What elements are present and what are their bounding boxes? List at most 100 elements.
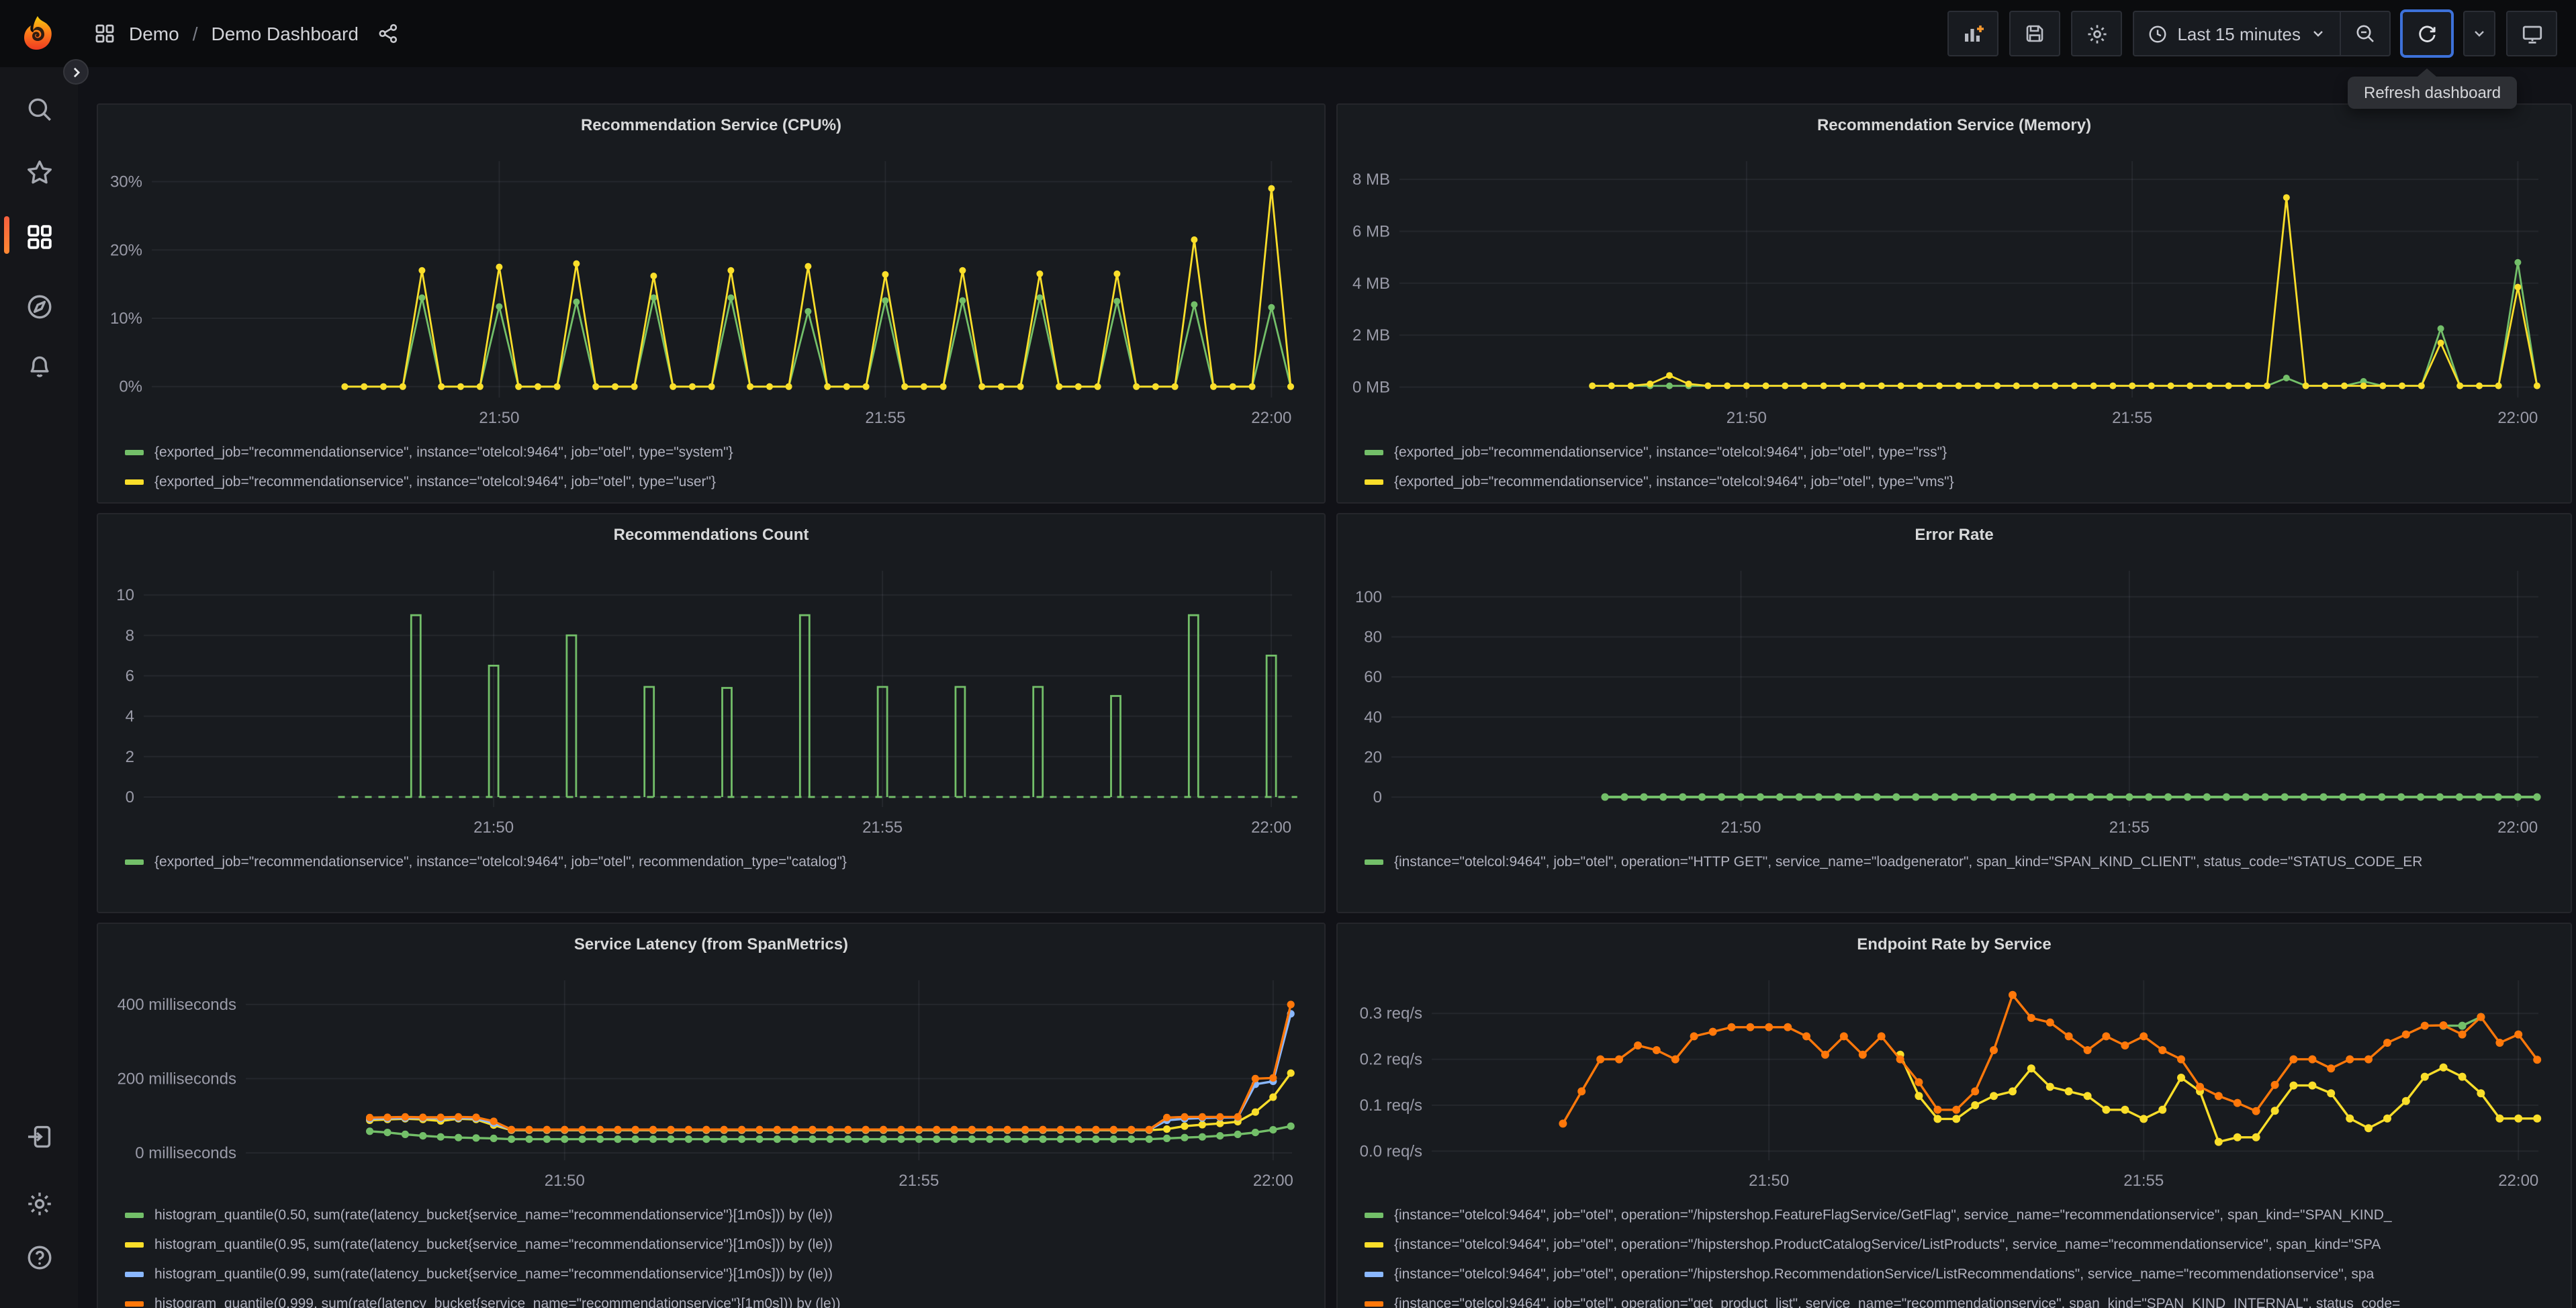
sidebar-item-sign-in[interactable] bbox=[23, 1120, 55, 1152]
sidebar-item-help[interactable] bbox=[23, 1241, 55, 1273]
legend-item[interactable]: {instance="otelcol:9464", job="otel", op… bbox=[1365, 1230, 2571, 1260]
sidebar-item-starred[interactable] bbox=[23, 156, 55, 188]
zoom-out-time-button[interactable] bbox=[2341, 12, 2389, 55]
legend-label[interactable]: {instance="otelcol:9464", job="otel", op… bbox=[1394, 854, 2422, 870]
panel-title[interactable]: Error Rate bbox=[1915, 525, 1993, 544]
panel-title[interactable]: Recommendation Service (Memory) bbox=[1817, 115, 2091, 134]
svg-text:0: 0 bbox=[126, 788, 134, 806]
refresh-dashboard-button[interactable] bbox=[2400, 9, 2454, 58]
share-icon bbox=[379, 24, 398, 44]
legend-label[interactable]: {exported_job="recommendationservice", i… bbox=[154, 854, 847, 870]
clock-icon bbox=[2149, 25, 2166, 42]
legend-item[interactable]: {exported_job="recommendationservice", i… bbox=[125, 467, 1324, 497]
monitor-icon bbox=[2522, 25, 2542, 43]
legend-swatch bbox=[125, 1301, 144, 1307]
svg-text:21:55: 21:55 bbox=[2109, 819, 2150, 837]
legend-swatch bbox=[125, 1242, 144, 1248]
legend-label[interactable]: {exported_job="recommendationservice", i… bbox=[154, 445, 733, 461]
svg-text:2: 2 bbox=[126, 748, 134, 766]
cpu-chart[interactable]: 0% 10% 20% 30% 21:50 21:55 22:00 bbox=[98, 148, 1324, 432]
panel-title[interactable]: Recommendations Count bbox=[614, 525, 809, 544]
breadcrumb-separator: / bbox=[192, 23, 198, 44]
panel-title[interactable]: Endpoint Rate by Service bbox=[1857, 935, 2051, 953]
panel-header[interactable]: Recommendation Service (CPU%) bbox=[98, 105, 1324, 145]
legend-label[interactable]: {instance="otelcol:9464", job="otel", op… bbox=[1394, 1266, 2374, 1282]
svg-text:2 MB: 2 MB bbox=[1352, 326, 1390, 344]
legend-swatch bbox=[1365, 1242, 1383, 1248]
kiosk-mode-button[interactable] bbox=[2506, 11, 2557, 56]
cpu-legend: {exported_job="recommendationservice", i… bbox=[98, 432, 1324, 497]
legend-label[interactable]: {exported_job="recommendationservice", i… bbox=[1394, 445, 1947, 461]
legend-item[interactable]: histogram_quantile(0.999, sum(rate(laten… bbox=[125, 1289, 1324, 1308]
endpoint-rate-chart[interactable]: 0.0 req/s 0.1 req/s 0.2 req/s 0.3 req/s 21:5… bbox=[1338, 967, 2571, 1195]
sidebar-item-search[interactable] bbox=[23, 93, 55, 125]
panel-title[interactable]: Recommendation Service (CPU%) bbox=[581, 115, 841, 134]
legend-item[interactable]: histogram_quantile(0.99, sum(rate(latenc… bbox=[125, 1260, 1324, 1289]
error-rate-chart[interactable]: 0 20 40 60 80 100 21:50 21:55 22:00 bbox=[1338, 557, 2571, 842]
recommendations-count-chart[interactable]: 0 2 4 6 8 10 21:50 21:55 22:00 bbox=[98, 557, 1324, 842]
legend-item[interactable]: histogram_quantile(0.50, sum(rate(latenc… bbox=[125, 1201, 1324, 1230]
chevron-right-icon bbox=[73, 66, 80, 77]
add-panel-button[interactable] bbox=[1947, 11, 1999, 56]
legend-swatch bbox=[1365, 1301, 1383, 1307]
panel-header[interactable]: Recommendation Service (Memory) bbox=[1338, 105, 2571, 145]
grafana-logo[interactable] bbox=[13, 9, 62, 58]
svg-text:400 milliseconds: 400 milliseconds bbox=[118, 996, 236, 1014]
expand-sidebar-button[interactable] bbox=[63, 59, 89, 85]
sidebar-item-server-admin[interactable] bbox=[23, 1187, 55, 1219]
panel-header[interactable]: Error Rate bbox=[1338, 514, 2571, 555]
legend-item[interactable]: {instance="otelcol:9464", job="otel", op… bbox=[1365, 1260, 2571, 1289]
breadcrumb: Demo / Demo Dashboard bbox=[129, 23, 359, 44]
share-dashboard-button[interactable] bbox=[377, 23, 399, 44]
sidebar-item-explore[interactable] bbox=[23, 290, 55, 322]
panel-header[interactable]: Endpoint Rate by Service bbox=[1338, 924, 2571, 964]
sidebar-item-dashboards[interactable] bbox=[23, 220, 55, 252]
svg-text:0 milliseconds: 0 milliseconds bbox=[135, 1144, 236, 1162]
breadcrumb-dashboard-title[interactable]: Demo Dashboard bbox=[212, 23, 359, 44]
legend-item[interactable]: {instance="otelcol:9464", job="otel", op… bbox=[1365, 1201, 2571, 1230]
legend-label[interactable]: {instance="otelcol:9464", job="otel", op… bbox=[1394, 1207, 2392, 1223]
chevron-down-icon bbox=[2475, 31, 2484, 37]
panel-title[interactable]: Service Latency (from SpanMetrics) bbox=[574, 935, 848, 953]
legend-label[interactable]: histogram_quantile(0.999, sum(rate(laten… bbox=[154, 1296, 841, 1308]
legend-swatch bbox=[125, 479, 144, 485]
legend-item[interactable]: {instance="otelcol:9464", job="otel", op… bbox=[1365, 847, 2571, 877]
svg-text:21:55: 21:55 bbox=[862, 819, 903, 837]
legend-item[interactable]: {instance="otelcol:9464", job="otel", op… bbox=[1365, 1289, 2571, 1308]
service-latency-chart[interactable]: 0 milliseconds 200 milliseconds 400 millis… bbox=[98, 967, 1324, 1195]
legend-item[interactable]: {exported_job="recommendationservice", i… bbox=[125, 438, 1324, 467]
add-panel-icon bbox=[1964, 25, 1984, 41]
legend-item[interactable]: {exported_job="recommendationservice", i… bbox=[125, 847, 1324, 877]
sidebar-item-alerting[interactable] bbox=[23, 349, 55, 381]
panel-header[interactable]: Service Latency (from SpanMetrics) bbox=[98, 924, 1324, 964]
sign-in-icon bbox=[27, 1125, 50, 1148]
legend-swatch bbox=[125, 859, 144, 865]
dashboard-settings-button[interactable] bbox=[2071, 11, 2123, 56]
legend-label[interactable]: histogram_quantile(0.50, sum(rate(latenc… bbox=[154, 1207, 833, 1223]
legend-swatch bbox=[1365, 1213, 1383, 1218]
legend-label[interactable]: histogram_quantile(0.95, sum(rate(latenc… bbox=[154, 1237, 833, 1253]
dashboards-grid-icon bbox=[27, 224, 51, 248]
legend-label[interactable]: histogram_quantile(0.99, sum(rate(latenc… bbox=[154, 1266, 833, 1282]
tooltip-arrow bbox=[2418, 68, 2436, 77]
memory-legend: {exported_job="recommendationservice", i… bbox=[1338, 432, 2571, 497]
legend-item[interactable]: {exported_job="recommendationservice", i… bbox=[1365, 467, 2571, 497]
chevron-down-icon bbox=[2313, 31, 2323, 37]
legend-label[interactable]: {instance="otelcol:9464", job="otel", op… bbox=[1394, 1296, 2400, 1308]
legend-swatch bbox=[1365, 479, 1383, 485]
legend-item[interactable]: histogram_quantile(0.95, sum(rate(latenc… bbox=[125, 1230, 1324, 1260]
legend-label[interactable]: {instance="otelcol:9464", job="otel", op… bbox=[1394, 1237, 2381, 1253]
svg-text:10%: 10% bbox=[110, 310, 142, 328]
legend-item[interactable]: {exported_job="recommendationservice", i… bbox=[1365, 438, 2571, 467]
help-icon bbox=[27, 1245, 51, 1269]
legend-swatch bbox=[1365, 859, 1383, 865]
legend-label[interactable]: {exported_job="recommendationservice", i… bbox=[1394, 474, 1954, 490]
svg-text:60: 60 bbox=[1364, 668, 1382, 686]
legend-label[interactable]: {exported_job="recommendationservice", i… bbox=[154, 474, 716, 490]
memory-chart[interactable]: 0 MB 2 MB 4 MB 6 MB 8 MB 21:50 21:55 22:00 bbox=[1338, 148, 2571, 432]
time-range-picker[interactable]: Last 15 minutes bbox=[2134, 12, 2340, 55]
breadcrumb-folder[interactable]: Demo bbox=[129, 23, 179, 44]
save-dashboard-button[interactable] bbox=[2009, 11, 2061, 56]
panel-header[interactable]: Recommendations Count bbox=[98, 514, 1324, 555]
refresh-interval-dropdown[interactable] bbox=[2463, 11, 2495, 56]
